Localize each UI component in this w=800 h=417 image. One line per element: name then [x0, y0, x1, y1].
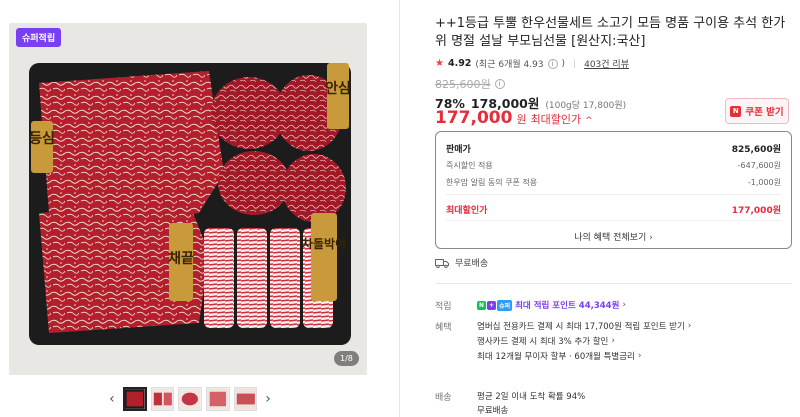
rating-recent: (최근 6개월 4.93	[475, 60, 544, 70]
chevron-right-icon: ›	[637, 351, 642, 361]
original-price-row: 825,600원 i	[435, 76, 505, 92]
benefit-line-2[interactable]: 행사카드 결제 시 최대 3% 추가 할인 ›	[477, 335, 615, 347]
chevron-right-icon: ›	[611, 336, 615, 346]
review-count-link[interactable]: 403건 리뷰	[584, 57, 629, 70]
points-amount: 44,344원	[578, 301, 620, 311]
points-label: 적립	[435, 302, 452, 312]
plaque-text-2: 안심	[325, 80, 351, 97]
benefits-label: 혜택	[435, 323, 452, 333]
image-counter: 1/8	[334, 351, 359, 366]
naver-plus-super-icon: N + 슈퍼	[477, 299, 513, 311]
product-title: ++1등급 투뿔 한우선물세트 소고기 모듬 명품 구이용 추석 한가위 명절 …	[435, 16, 786, 49]
view-all-benefits-link[interactable]: 나의 혜택 전체보기 ›	[436, 230, 791, 243]
breakdown-row-max: 최대할인가 177,000원	[446, 206, 781, 216]
rating-row: ★ 4.92 (최근 6개월 4.93 i ) | 403건 리뷰	[435, 57, 629, 70]
benefit-line-3[interactable]: 최대 12개월 무이자 할부 · 60개월 특별금리 ›	[477, 350, 641, 362]
max-discount-toggle[interactable]: 177,000 원 최대할인가 ^	[435, 108, 593, 128]
points-link[interactable]: N + 슈퍼 최대 적립 포인트 44,344원 ›	[477, 299, 626, 311]
thumbnail-prev-button[interactable]: ‹	[105, 387, 119, 411]
thumbnail-1[interactable]	[122, 387, 147, 411]
delivery-free-text: 무료배송	[477, 406, 509, 416]
naver-coupon-icon: N	[730, 105, 742, 117]
points-text: 최대 적립 포인트	[515, 301, 576, 311]
chevron-right-icon: ›	[649, 233, 653, 243]
plaque-text-3: 채끝	[168, 251, 194, 267]
breakdown-row-instant-discount: 즉시할인 적용 -647,600원	[446, 161, 781, 170]
free-shipping-text: 무료배송	[455, 259, 489, 269]
shipping-row: 무료배송	[435, 256, 488, 269]
thumbnail-next-button[interactable]: ›	[261, 387, 275, 411]
thumbnail-3[interactable]	[178, 387, 202, 411]
original-price: 825,600원	[435, 78, 491, 91]
max-discount-price: 177,000	[435, 108, 513, 128]
super-points-badge: 슈퍼적립	[16, 28, 62, 47]
price-info-icon[interactable]: i	[494, 79, 505, 89]
chevron-up-icon: ^	[585, 116, 593, 126]
rating-value: 4.92	[447, 58, 472, 69]
info-icon[interactable]: i	[547, 58, 558, 69]
benefit-line-1[interactable]: 염버십 전용카드 결제 시 최대 17,700원 적립 포인트 받기 ›	[477, 320, 691, 332]
rating-recent-close: )	[561, 58, 566, 69]
section-divider	[435, 283, 792, 284]
breakdown-row-coupon: 한우맘 알림 동의 쿠폰 적용 -1,000원	[446, 178, 781, 187]
beef-gift-set-photo: 등심 안심 채끝 차돌박이	[9, 23, 367, 375]
breakdown-row-list-price: 판매가 825,600원	[446, 145, 781, 155]
thumbnail-2[interactable]	[150, 387, 175, 411]
product-main-image[interactable]: 등심 안심 채끝 차돌박이	[9, 23, 367, 375]
max-discount-label: 최대할인가	[530, 113, 582, 126]
price-breakdown-box: 판매가 825,600원 즉시할인 적용 -647,600원 한우맘 알림 동의 쿠…	[435, 131, 792, 249]
separator: |	[573, 58, 577, 69]
coupon-download-button[interactable]: N 쿠폰 받기	[725, 98, 789, 124]
plaque-text-4: 차돌박이	[302, 236, 346, 251]
plaque-text-1: 등심	[29, 131, 55, 147]
breakdown-divider	[446, 194, 781, 195]
breakdown-divider-2	[446, 220, 781, 221]
thumbnail-strip: ‹ ›	[105, 386, 275, 412]
coupon-button-label: 쿠폰 받기	[745, 107, 784, 118]
chevron-right-icon: ›	[687, 321, 692, 331]
delivery-label: 배송	[435, 393, 452, 403]
thumbnail-5[interactable]	[233, 387, 258, 411]
delivery-arrival-text: 평균 2일 이내 도착 확률 94%	[477, 392, 586, 402]
chevron-right-icon: ›	[622, 300, 627, 310]
thumbnail-4[interactable]	[205, 387, 230, 411]
column-divider	[399, 0, 400, 417]
star-icon: ★	[435, 58, 444, 69]
truck-icon	[435, 258, 449, 268]
max-discount-unit: 원	[516, 113, 527, 126]
